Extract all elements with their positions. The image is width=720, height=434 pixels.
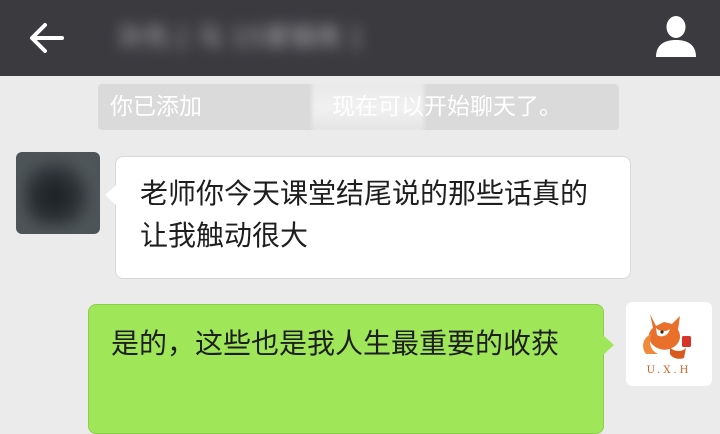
fox-logo-icon: [643, 314, 691, 359]
message-list[interactable]: 你已添加 现在可以开始聊天了。 老师你今天课堂结尾说的那些话真的让我触动很大 是…: [0, 76, 720, 434]
system-notice-text: 你已添加: [110, 94, 202, 120]
user-icon: [656, 16, 696, 57]
system-notice-text-end: 现在可以开始聊天了。: [332, 94, 562, 120]
back-button[interactable]: [14, 10, 78, 66]
message-text: 老师你今天课堂结尾说的那些话真的让我触动很大: [140, 177, 589, 252]
sent-message[interactable]: 是的，这些也是我人生最重要的收获: [88, 304, 614, 434]
message-text: 是的，这些也是我人生最重要的收获: [111, 327, 560, 360]
chat-title: 孙先 [ 马 15爱锻炼 ]: [118, 23, 361, 53]
arrow-left-icon: [30, 23, 64, 53]
logo-text: U.X.H: [646, 365, 692, 376]
chat-header: 孙先 [ 马 15爱锻炼 ]: [0, 0, 720, 76]
contact-avatar[interactable]: [16, 152, 100, 234]
profile-button[interactable]: [646, 6, 706, 66]
system-notice: 你已添加 现在可以开始聊天了。: [98, 84, 619, 130]
received-message[interactable]: 老师你今天课堂结尾说的那些话真的让我触动很大: [105, 156, 631, 279]
self-avatar[interactable]: U.X.H: [626, 302, 712, 386]
